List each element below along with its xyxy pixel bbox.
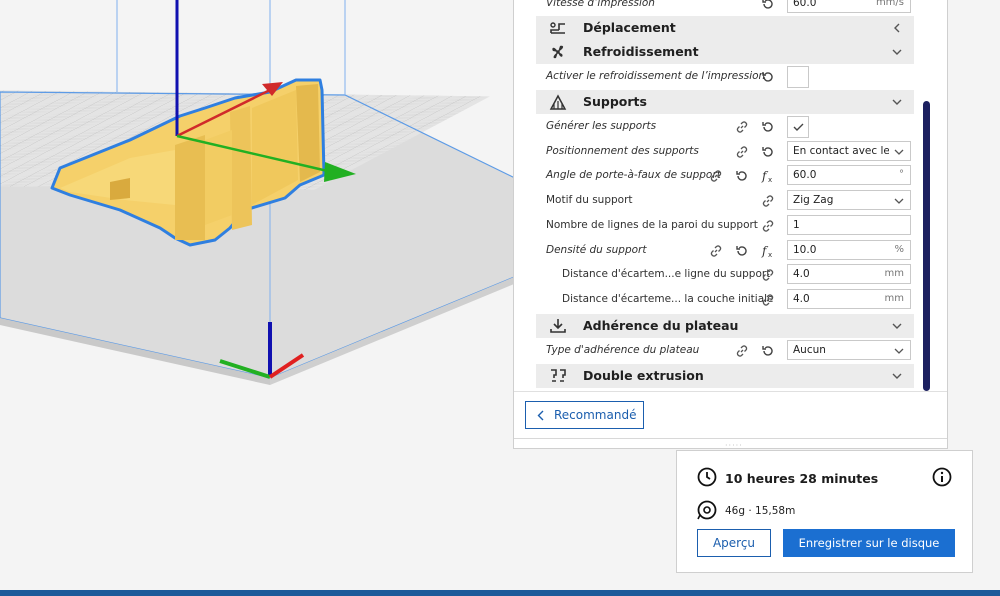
travel-icon xyxy=(550,22,565,34)
link-icon[interactable] xyxy=(708,168,724,184)
setting-support-pattern: Motif du support Zig Zag xyxy=(536,189,914,213)
formula-icon[interactable]: fx xyxy=(760,243,776,259)
setting-support-density: Densité du support fx 10.0 % xyxy=(536,239,914,263)
setting-generate-supports: Générer les supports xyxy=(536,115,914,139)
category-build-plate-adhesion[interactable]: Adhérence du plateau xyxy=(536,314,914,338)
reset-icon[interactable] xyxy=(734,168,750,184)
reset-icon[interactable] xyxy=(760,343,776,359)
link-icon[interactable] xyxy=(734,343,750,359)
print-speed-input[interactable]: 60.0 mm/s xyxy=(787,0,911,13)
reset-icon[interactable] xyxy=(760,119,776,135)
resize-grip-icon[interactable]: ····· xyxy=(725,441,743,450)
dual-extrusion-icon xyxy=(551,369,566,382)
panel-divider xyxy=(514,438,947,439)
link-icon[interactable] xyxy=(734,144,750,160)
category-travel[interactable]: Déplacement xyxy=(536,16,914,40)
support-angle-input[interactable]: 60.0 ° xyxy=(787,165,911,185)
setting-adhesion-type: Type d'adhérence du plateau Aucun xyxy=(536,339,914,363)
chevron-left-icon xyxy=(894,23,900,33)
preview-button[interactable]: Aperçu xyxy=(697,529,771,557)
fan-icon xyxy=(552,45,564,59)
support-wall-lines-input[interactable]: 1 xyxy=(787,215,911,235)
reset-icon[interactable] xyxy=(760,0,776,12)
adhesion-type-select[interactable]: Aucun xyxy=(787,340,911,360)
setting-support-wall-lines: Nombre de lignes de la paroi du support … xyxy=(536,214,914,238)
setting-label: Vitesse d’impression xyxy=(546,0,655,9)
setting-support-line-distance: Distance d'écartem...e ligne du support … xyxy=(536,263,914,287)
print-time: 10 heures 28 minutes xyxy=(725,471,879,486)
link-icon[interactable] xyxy=(760,292,776,308)
save-to-disk-button[interactable]: Enregistrer sur le disque xyxy=(783,529,955,557)
category-supports[interactable]: Supports xyxy=(536,90,914,114)
setting-initial-layer-line-distance: Distance d'écarteme... la couche initial… xyxy=(536,288,914,312)
link-icon[interactable] xyxy=(760,193,776,209)
print-info-card: 10 heures 28 minutes 46g · 15,58m Aperçu… xyxy=(676,450,973,573)
initial-layer-line-distance-input[interactable]: 4.0 mm xyxy=(787,289,911,309)
print-settings-panel: Vitesse d’impression 60.0 mm/s Déplaceme… xyxy=(513,0,948,450)
clock-icon xyxy=(697,467,717,487)
chevron-down-icon xyxy=(894,198,904,204)
svg-text:x: x xyxy=(768,176,772,184)
chevron-down-icon xyxy=(892,49,902,55)
formula-icon[interactable]: fx xyxy=(760,168,776,184)
chevron-down-icon xyxy=(892,323,902,329)
reset-icon[interactable] xyxy=(760,144,776,160)
enable-cooling-checkbox[interactable] xyxy=(787,66,809,88)
settings-scrollbar[interactable] xyxy=(923,101,930,391)
setting-support-placement: Positionnement des supports En contact a… xyxy=(536,140,914,164)
support-placement-select[interactable]: En contact avec le... xyxy=(787,141,911,161)
setting-support-angle: Angle de porte-à-faux de support fx 60.0… xyxy=(536,164,914,188)
chevron-down-icon xyxy=(892,99,902,105)
setting-enable-cooling: Activer le refroidissement de l’impressi… xyxy=(536,65,914,89)
panel-divider xyxy=(514,391,947,392)
link-icon[interactable] xyxy=(760,267,776,283)
svg-text:x: x xyxy=(768,251,772,259)
category-dual-extrusion[interactable]: Double extrusion xyxy=(536,364,914,388)
category-cooling[interactable]: Refroidissement xyxy=(536,40,914,64)
chevron-left-icon xyxy=(537,410,544,421)
support-density-input[interactable]: 10.0 % xyxy=(787,240,911,260)
reset-icon[interactable] xyxy=(734,243,750,259)
taskbar-edge xyxy=(0,590,1000,596)
recommended-button[interactable]: Recommandé xyxy=(525,401,644,429)
chevron-down-icon xyxy=(894,149,904,155)
reset-icon[interactable] xyxy=(760,69,776,85)
chevron-down-icon xyxy=(894,348,904,354)
support-icon xyxy=(549,94,567,110)
link-icon[interactable] xyxy=(760,218,776,234)
generate-supports-checkbox[interactable] xyxy=(787,116,809,138)
link-icon[interactable] xyxy=(708,243,724,259)
adhesion-icon xyxy=(550,319,566,333)
setting-print-speed: Vitesse d’impression 60.0 mm/s xyxy=(536,0,914,16)
spool-icon xyxy=(697,500,717,520)
material-usage: 46g · 15,58m xyxy=(725,505,796,517)
support-pattern-select[interactable]: Zig Zag xyxy=(787,190,911,210)
check-icon xyxy=(793,123,804,131)
info-icon[interactable] xyxy=(932,467,952,487)
chevron-down-icon xyxy=(892,373,902,379)
support-line-distance-input[interactable]: 4.0 mm xyxy=(787,264,911,284)
link-icon[interactable] xyxy=(734,119,750,135)
